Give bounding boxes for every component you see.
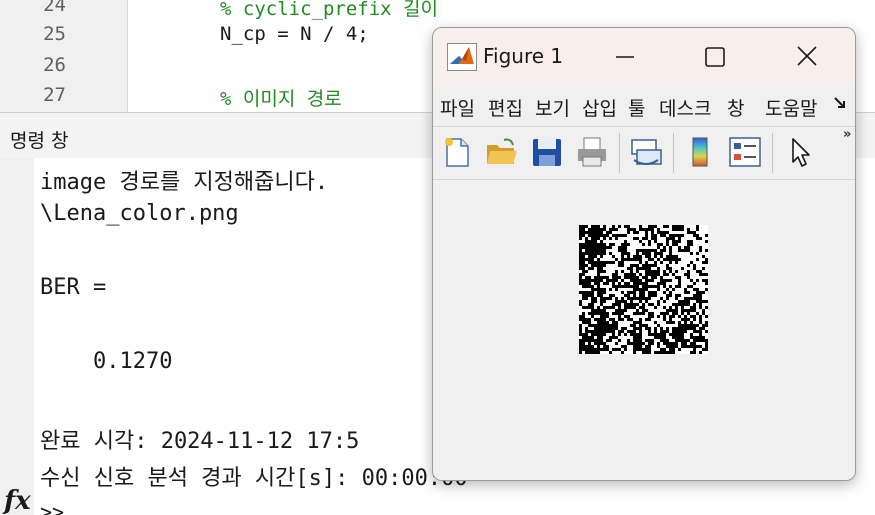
menu-file[interactable]: 파일 — [440, 94, 482, 121]
close-icon[interactable] — [785, 40, 829, 74]
menu-insert[interactable]: 삽입 — [582, 94, 623, 121]
menu-help[interactable]: 도움말 — [765, 94, 827, 121]
figure-toolbar: » — [433, 126, 855, 180]
output-line: BER = — [40, 275, 107, 300]
line-number: 24 — [43, 0, 66, 16]
function-browser-icon[interactable]: fx — [4, 486, 31, 515]
toolbar-separator — [619, 133, 620, 173]
command-prompt[interactable]: >> — [40, 500, 64, 515]
output-line: image 경로를 지정해줍니다. — [40, 170, 329, 195]
menu-desktop[interactable]: 데스크 — [659, 94, 721, 121]
open-file-icon[interactable] — [484, 134, 520, 170]
command-window-margin — [0, 158, 34, 515]
print-icon[interactable] — [574, 134, 610, 170]
output-line: \Lena_color.png — [40, 201, 239, 226]
maximize-icon[interactable] — [693, 40, 737, 74]
line-number: 26 — [43, 54, 66, 76]
menu-edit[interactable]: 편집 — [488, 94, 530, 121]
toolbar-overflow-icon[interactable]: » — [843, 127, 851, 142]
code-line-comment[interactable]: % 이미지 경로 — [220, 84, 342, 111]
toolbar-separator — [673, 133, 674, 173]
code-line-comment[interactable]: % cyclic_prefix 길이 — [220, 0, 438, 21]
menu-view[interactable]: 보기 — [535, 94, 577, 121]
legend-icon[interactable] — [727, 134, 763, 170]
elapsed-time-line: 수신 신호 분석 경과 시간[s]: 00:00:00 — [40, 466, 468, 491]
line-number: 27 — [43, 84, 66, 106]
colorbar-icon[interactable] — [682, 134, 718, 170]
link-plot-icon[interactable] — [628, 134, 664, 170]
dock-figure-icon[interactable] — [832, 95, 848, 111]
code-line[interactable]: N_cp = N / 4; — [220, 23, 369, 45]
new-figure-icon[interactable] — [439, 134, 475, 170]
received-image — [579, 225, 708, 354]
figure-canvas[interactable] — [433, 180, 855, 480]
save-icon[interactable] — [529, 134, 565, 170]
command-window-title: 명령 창 — [10, 130, 69, 152]
minimize-icon[interactable] — [603, 40, 647, 74]
figure-window[interactable]: Figure 1 파일 편집 보기 삽입 툴 데스크 창 도움말 » — [432, 27, 856, 481]
pointer-icon[interactable] — [783, 134, 819, 170]
figure-title: Figure 1 — [483, 44, 564, 68]
menu-window[interactable]: 창 — [727, 94, 757, 121]
figure-menubar: 파일 편집 보기 삽입 툴 데스크 창 도움말 — [433, 86, 855, 126]
menu-tools[interactable]: 툴 — [628, 94, 652, 121]
matlab-logo-icon — [447, 43, 477, 71]
toolbar-separator — [772, 133, 773, 173]
ber-value: 0.1270 — [40, 349, 173, 374]
line-number: 25 — [43, 23, 66, 45]
completion-time-line: 완료 시각: 2024-11-12 17:5 — [40, 429, 360, 454]
